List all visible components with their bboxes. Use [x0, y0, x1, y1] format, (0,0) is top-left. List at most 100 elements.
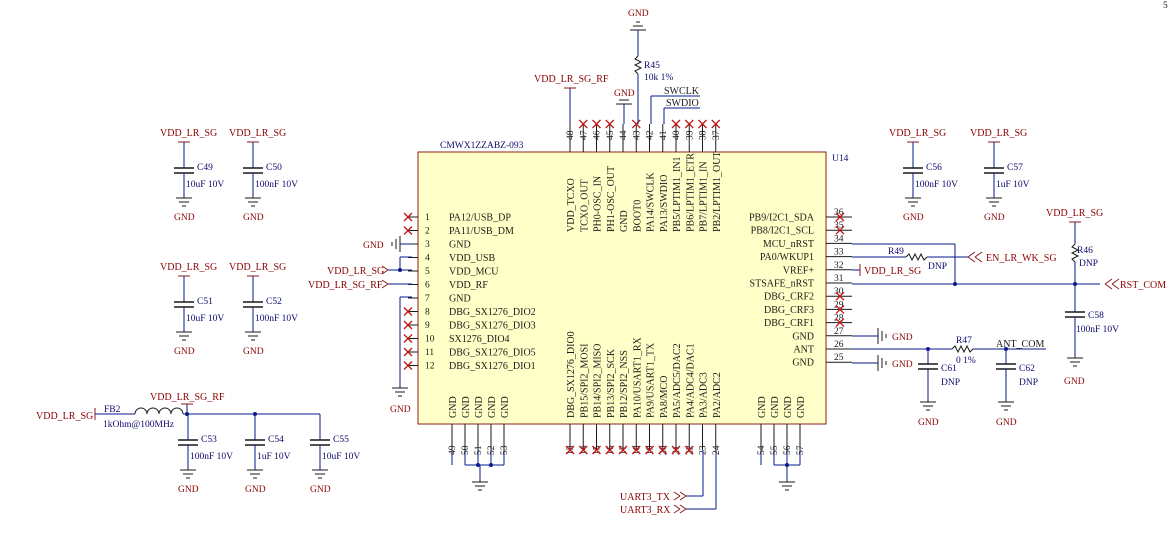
pin-label: GND: [461, 396, 472, 418]
ic-pin-bottom: 16PB13/SPI2_SCK: [605, 348, 617, 455]
en-lr-wk-sg-label: EN_LR_WK_SG: [986, 253, 1057, 264]
cap-value: 1uF 10V: [996, 180, 1030, 190]
r49-value: DNP: [928, 262, 947, 272]
r46-ref: R46: [1077, 246, 1093, 256]
pin-number: 48: [566, 130, 576, 140]
swdio-label: SWDIO: [666, 98, 699, 109]
uart3-nets: UART3_TX UART3_RX: [620, 450, 717, 516]
rf-supply-label: VDD_LR_SG_RF: [150, 392, 225, 403]
cap-gnd-label: GND: [984, 213, 1005, 223]
pin-label: VDD_TCXO: [566, 178, 577, 232]
c52-capacitor: VDD_LR_SG C52 100nF 10V GND: [229, 262, 298, 357]
pin-label: VREF+: [783, 265, 815, 276]
c53-capacitor: C53 100nF 10V GND: [178, 414, 233, 495]
pin-label: GND: [449, 240, 471, 251]
cap-ref: C53: [201, 435, 217, 445]
vdd-mcu-net-label: VDD_LR_SG: [327, 266, 384, 277]
cap-ref: C50: [266, 163, 282, 173]
pin-number: 9: [425, 321, 430, 331]
pin-number: 40: [672, 130, 682, 140]
c57-capacitor: VDD_LR_SG C57 1uF 10V GND: [970, 128, 1030, 223]
pin-label: SX1276_DIO4: [449, 334, 510, 345]
pin-label: GND: [449, 294, 471, 305]
pin-number: 41: [659, 130, 669, 140]
pin-label: PA13/SWDIO: [659, 175, 670, 232]
cap-gnd-label: GND: [174, 347, 195, 357]
cap-ref: C55: [333, 435, 349, 445]
fb2-network: VDD_LR_SG FB2 1kOhm@100MHz VDD_LR_SG_RF: [36, 392, 320, 430]
pin-number: 5: [425, 267, 430, 277]
bottom-left-gnd-net: [465, 463, 504, 491]
pin-label: DBG_SX1276_DIO0: [566, 331, 577, 418]
pin44-gnd-label: GND: [614, 89, 635, 99]
r45-gnd-label: GND: [628, 9, 649, 19]
cap-value: 100nF 10V: [915, 180, 958, 190]
pin-label: PB2/LPTIM1_OUT: [712, 151, 723, 232]
pin-number: 27: [834, 327, 844, 337]
ic-pin-bottom: 23PA3/ADC3: [699, 372, 710, 455]
pin-label: VDD_MCU: [449, 267, 499, 278]
pin-label: MCU_nRST: [763, 239, 814, 250]
cap-value: 10uF 10V: [186, 180, 224, 190]
vref-net: VDD_LR_SG: [852, 264, 921, 277]
pin-label: PB7/LPTIM1_IN: [699, 161, 710, 232]
pin-number: 11: [425, 348, 434, 358]
pin-number: 31: [834, 274, 844, 284]
vdd-mcu-net: VDD_LR_SG: [327, 256, 412, 277]
pin-label: PA10/USART1_RX: [632, 337, 643, 418]
pin-label: TCXO_OUT: [579, 179, 590, 232]
pin-number: 49: [448, 445, 458, 455]
pin-label: PA12/USB_DP: [449, 213, 511, 224]
ic-pin-top: 45 PH1-OSC_OUT: [605, 119, 617, 232]
pin-label: GND: [792, 331, 814, 342]
cap-value: 100nF 10V: [255, 314, 298, 324]
pin-number: 32: [834, 261, 844, 271]
fb2-ref: FB2: [104, 405, 121, 415]
ic-pin-bottom: 13DBG_SX1276_DIO0: [565, 331, 577, 455]
cap-value: 10uF 10V: [186, 314, 224, 324]
cap-ref: C56: [926, 163, 942, 173]
pin-label: DBG_CRF1: [764, 318, 814, 329]
cap-gnd-label: GND: [174, 213, 195, 223]
pin-label: VDD_USB: [449, 253, 495, 264]
r49-ref: R49: [888, 247, 904, 257]
pin-number: 55: [770, 445, 780, 455]
pin-label: PH1-OSC_OUT: [606, 166, 617, 232]
cap-value: 10uF 10V: [322, 452, 360, 462]
pin-label: VDD_RF: [449, 280, 488, 291]
pin-label: PA0/WKUP1: [760, 252, 814, 263]
ic-pin-bottom: 18PA10/USART1_RX: [631, 337, 643, 455]
pin-number: 47: [579, 130, 589, 140]
c58-ref: C58: [1088, 311, 1104, 321]
r49-network: R49 DNP EN_LR_WK_SG: [852, 243, 1057, 284]
pin-label: GND: [500, 396, 511, 418]
pin-label: PB13/SPI2_SCK: [606, 348, 617, 418]
pin-label: GND: [796, 396, 807, 418]
ant-network: R47 0 1% ANT_COM C61 DNP C62 DNP GND GND: [852, 336, 1046, 428]
vref-net-label: VDD_LR_SG: [864, 266, 921, 277]
cap-ref: C54: [268, 435, 284, 445]
pin-number: 45: [606, 130, 616, 140]
fb2-value: 1kOhm@100MHz: [103, 420, 174, 430]
vdd-rf-net-label: VDD_LR_SG_RF: [308, 280, 383, 291]
pin-label: PA9/USART1_TX: [646, 342, 657, 418]
ic-pin-bottom: 19PA9/USART1_TX: [645, 342, 657, 455]
r46-value: DNP: [1079, 259, 1098, 269]
ic-pin-bottom: 24 PA2/ADC2: [712, 372, 723, 455]
rst-com-label: RST_COM: [1120, 280, 1166, 291]
pin-number: 44: [619, 130, 629, 140]
pin44-gnd-net: GND: [614, 89, 635, 124]
pin-number: 4: [425, 254, 430, 264]
pin-number: 57: [796, 445, 806, 455]
pin-label: PB9/I2C1_SDA: [749, 213, 815, 224]
pin-number: 52: [487, 445, 497, 455]
pin-number: 46: [593, 130, 603, 140]
cap-supply-label: VDD_LR_SG: [160, 128, 217, 139]
cap-gnd-label: GND: [178, 485, 199, 495]
c55-capacitor: C55 10uF 10V GND: [310, 414, 360, 495]
pin-label: GND: [792, 358, 814, 369]
ic-pin-top: 42 PA14/SWCLK: [646, 124, 657, 232]
ic-pin-bottom: 55 GND: [770, 396, 781, 465]
pin-number: 10: [425, 335, 435, 345]
pin-label: GND: [783, 396, 794, 418]
